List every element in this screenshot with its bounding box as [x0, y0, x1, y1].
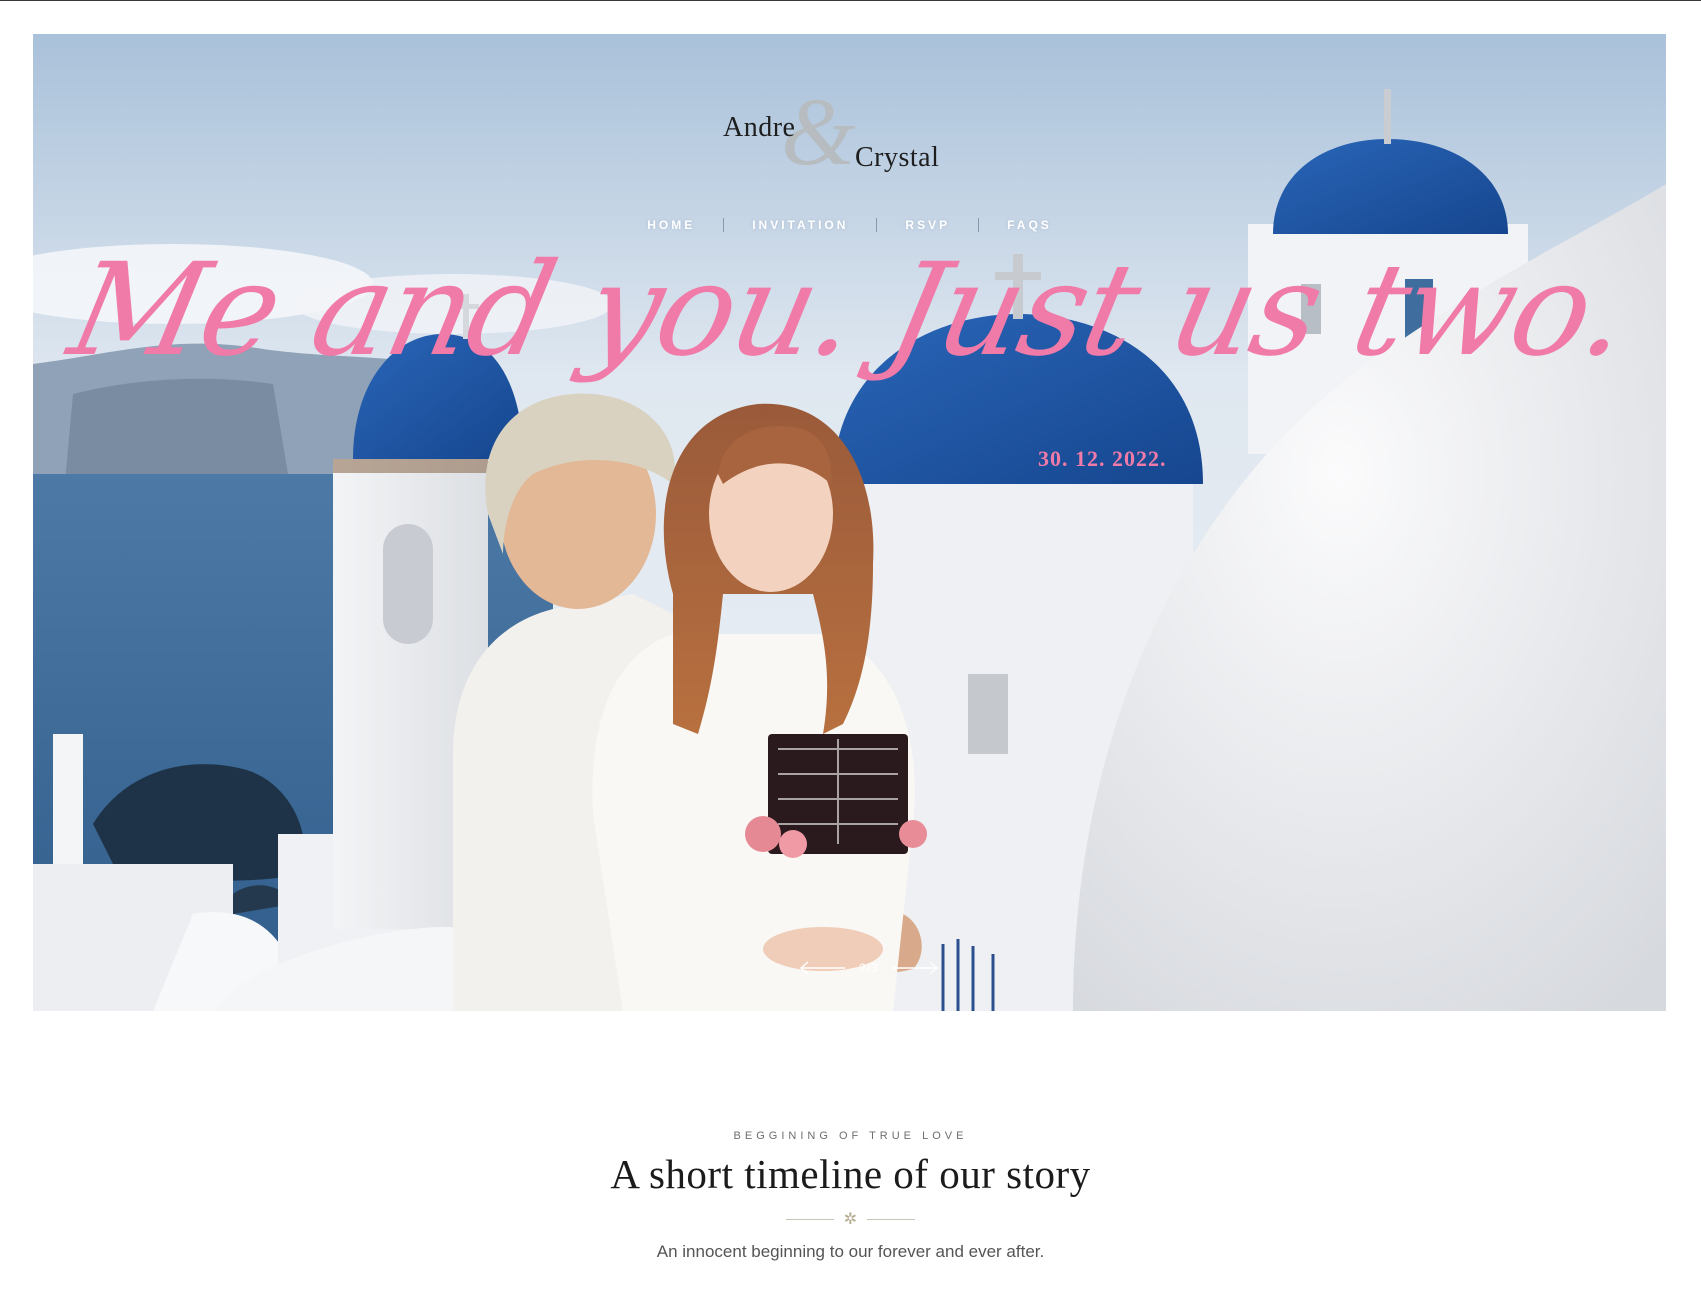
- logo-name-second: Crystal: [855, 142, 940, 173]
- slide-counter: 2/3: [859, 961, 879, 975]
- story-title: A short timeline of our story: [610, 1151, 1091, 1197]
- site-logo[interactable]: & Andre Crystal: [723, 84, 983, 194]
- wedding-date: 30. 12. 2022.: [1038, 446, 1167, 471]
- hero-slider: & Andre Crystal HOME INVITATION RSVP FAQ…: [33, 34, 1666, 1011]
- divider-line-left: [785, 1218, 834, 1220]
- nav-item-faqs[interactable]: FAQS: [979, 218, 1080, 232]
- logo-name-first: Andre: [723, 112, 796, 143]
- nav-item-rsvp[interactable]: RSVP: [877, 218, 978, 232]
- divider-line-right: [867, 1218, 916, 1220]
- story-subtitle: An innocent beginning to our forever and…: [656, 1242, 1045, 1261]
- nav-item-invitation[interactable]: INVITATION: [724, 218, 876, 232]
- page-top-border: [0, 0, 1701, 1]
- main-nav: HOME INVITATION RSVP FAQS: [33, 218, 1666, 232]
- nav-item-home[interactable]: HOME: [619, 218, 723, 232]
- arrow-left-icon[interactable]: [799, 958, 847, 978]
- story-section: BEGGINING OF TRUE LOVE A short timeline …: [0, 1130, 1701, 1262]
- hero-tagline: Me and you. Just us two.: [58, 236, 1641, 385]
- ornamental-divider: ✲: [781, 1209, 921, 1228]
- arrow-right-icon[interactable]: [891, 958, 939, 978]
- slider-controls: 2/3: [799, 958, 939, 978]
- story-eyebrow: BEGGINING OF TRUE LOVE: [733, 1130, 968, 1142]
- flower-ornament-icon: ✲: [843, 1209, 858, 1228]
